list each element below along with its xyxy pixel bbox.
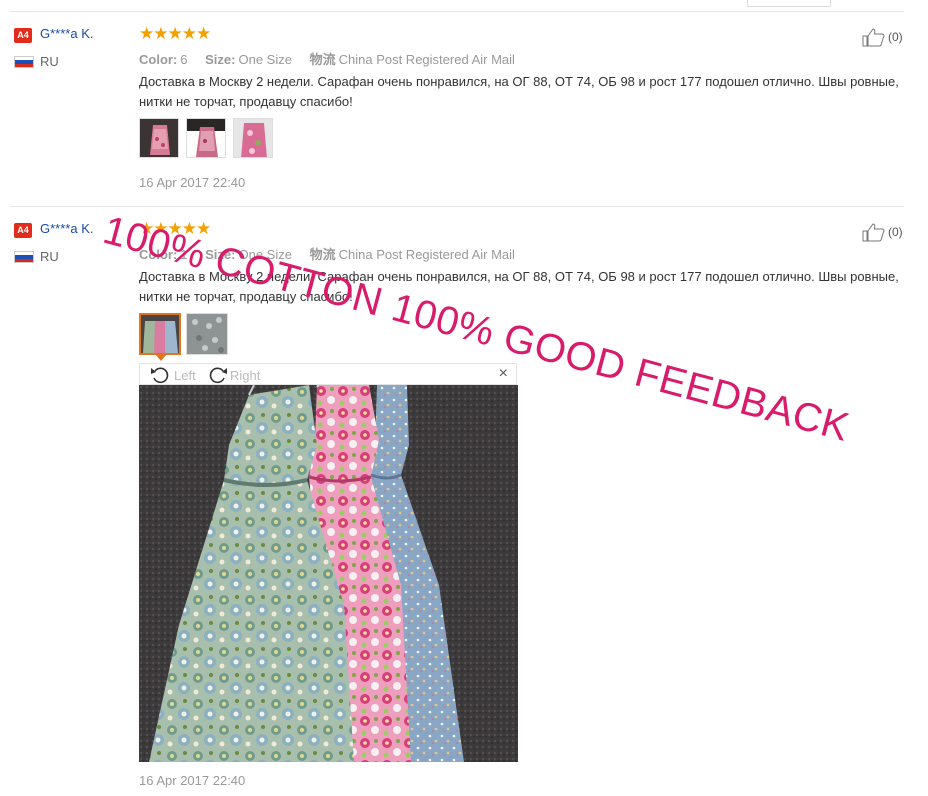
review-divider [10, 11, 904, 12]
star-rating: ★★★★★ [139, 24, 211, 43]
shipping-value: China Post Registered Air Mail [338, 52, 515, 67]
rotate-left-icon [151, 367, 169, 384]
shipping-label: 物流 [309, 52, 336, 67]
user-level-badge: A4 [14, 223, 32, 238]
thumbs-up-icon [862, 28, 885, 47]
color-value: 6 [180, 52, 188, 67]
helpful-button[interactable]: (0) [862, 222, 903, 242]
rotate-right-label: Right [230, 367, 261, 383]
close-viewer-button[interactable]: × [499, 365, 508, 383]
review-photo-thumb[interactable] [186, 118, 226, 158]
russia-flag-icon [14, 56, 34, 68]
thumbs-up-icon [862, 223, 885, 242]
reviewer-name: G****a K. [40, 221, 94, 236]
review-photo-thumb[interactable] [233, 118, 273, 158]
color-label: Color: [139, 52, 178, 67]
review-divider [10, 206, 904, 207]
reviewer-country: RU [40, 249, 59, 264]
russia-flag-icon [14, 251, 34, 263]
review-photo-thumb[interactable] [186, 313, 228, 355]
rotate-left-label: Left [174, 367, 196, 383]
rotate-left-button[interactable]: Left [150, 365, 196, 385]
shipping-label: 物流 [309, 247, 336, 262]
shipping-value: China Post Registered Air Mail [338, 247, 515, 262]
rotate-right-icon [209, 367, 227, 384]
review-photo-large [139, 385, 518, 762]
order-info: Color: 6 Size: One Size 物流 China Post Regis… [139, 49, 515, 68]
review-date: 16 Apr 2017 22:40 [139, 773, 246, 788]
image-viewer-toolbar: Left Right × [139, 363, 517, 385]
reviewer-name: G****a K. [40, 26, 94, 41]
active-thumb-indicator [155, 354, 167, 361]
review-photo-thumb[interactable] [139, 118, 179, 158]
helpful-count: (0) [888, 225, 903, 239]
user-level-badge: A4 [14, 28, 32, 43]
review-text: Доставка в Москву 2 недели. Сарафан очен… [139, 74, 899, 109]
rotate-right-button[interactable]: Right [206, 365, 260, 385]
size-label: Size: [205, 52, 236, 67]
helpful-count: (0) [888, 30, 903, 44]
reviewer-country: RU [40, 54, 59, 69]
size-value: One Size [238, 52, 292, 67]
helpful-button[interactable]: (0) [862, 27, 903, 47]
review-date: 16 Apr 2017 22:40 [139, 175, 246, 190]
review-photo-thumb[interactable] [139, 313, 181, 355]
top-select-box[interactable] [747, 0, 831, 7]
